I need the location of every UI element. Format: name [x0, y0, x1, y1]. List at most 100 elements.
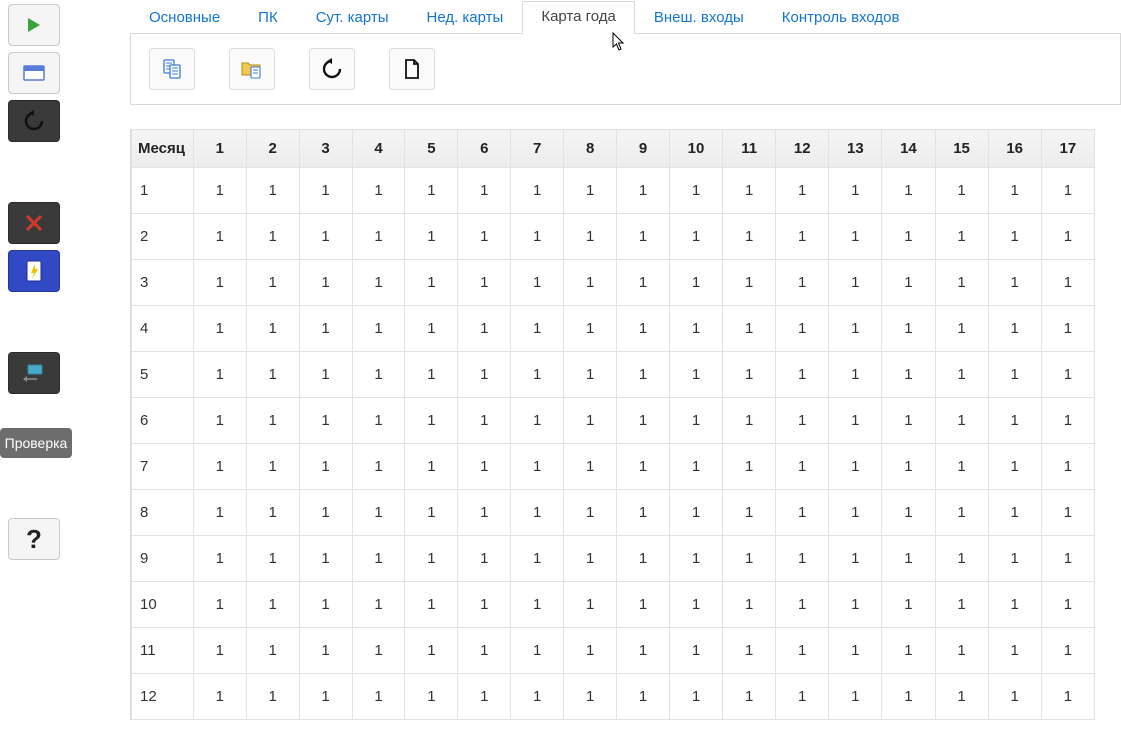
data-cell[interactable]: 1: [246, 352, 299, 398]
data-cell[interactable]: 1: [246, 582, 299, 628]
table-row[interactable]: 1011111111111111111: [132, 582, 1095, 628]
table-row[interactable]: 111111111111111111: [132, 168, 1095, 214]
data-cell[interactable]: 1: [511, 306, 564, 352]
data-cell[interactable]: 1: [617, 490, 670, 536]
data-cell[interactable]: 1: [1041, 260, 1094, 306]
data-cell[interactable]: 1: [1041, 352, 1094, 398]
data-cell[interactable]: 1: [988, 444, 1041, 490]
data-cell[interactable]: 1: [405, 628, 458, 674]
data-cell[interactable]: 1: [299, 490, 352, 536]
data-cell[interactable]: 1: [193, 398, 246, 444]
data-cell[interactable]: 1: [617, 582, 670, 628]
copy-doc-button[interactable]: [149, 48, 195, 90]
data-cell[interactable]: 1: [723, 168, 776, 214]
data-cell[interactable]: 1: [405, 490, 458, 536]
data-cell[interactable]: 1: [829, 398, 882, 444]
data-cell[interactable]: 1: [1041, 168, 1094, 214]
check-button[interactable]: Проверка: [0, 428, 72, 458]
data-cell[interactable]: 1: [617, 536, 670, 582]
data-cell[interactable]: 1: [935, 444, 988, 490]
data-cell[interactable]: 1: [776, 444, 829, 490]
data-cell[interactable]: 1: [882, 398, 935, 444]
data-cell[interactable]: 1: [935, 214, 988, 260]
data-cell[interactable]: 1: [193, 444, 246, 490]
table-row[interactable]: 1211111111111111111: [132, 674, 1095, 720]
data-cell[interactable]: 1: [723, 490, 776, 536]
data-cell[interactable]: 1: [352, 168, 405, 214]
data-cell[interactable]: 1: [246, 628, 299, 674]
data-cell[interactable]: 1: [246, 306, 299, 352]
data-cell[interactable]: 1: [511, 490, 564, 536]
data-cell[interactable]: 1: [246, 536, 299, 582]
data-cell[interactable]: 1: [193, 352, 246, 398]
data-cell[interactable]: 1: [352, 352, 405, 398]
data-cell[interactable]: 1: [246, 398, 299, 444]
data-cell[interactable]: 1: [1041, 536, 1094, 582]
data-cell[interactable]: 1: [723, 398, 776, 444]
refresh-button[interactable]: [309, 48, 355, 90]
data-cell[interactable]: 1: [193, 306, 246, 352]
data-cell[interactable]: 1: [723, 582, 776, 628]
data-cell[interactable]: 1: [935, 582, 988, 628]
data-cell[interactable]: 1: [669, 674, 722, 720]
data-cell[interactable]: 1: [405, 352, 458, 398]
data-cell[interactable]: 1: [405, 674, 458, 720]
table-row[interactable]: 1111111111111111111: [132, 628, 1095, 674]
data-cell[interactable]: 1: [193, 260, 246, 306]
data-cell[interactable]: 1: [776, 306, 829, 352]
data-cell[interactable]: 1: [1041, 398, 1094, 444]
data-cell[interactable]: 1: [458, 214, 511, 260]
data-cell[interactable]: 1: [352, 536, 405, 582]
data-cell[interactable]: 1: [511, 536, 564, 582]
data-cell[interactable]: 1: [193, 536, 246, 582]
data-cell[interactable]: 1: [935, 490, 988, 536]
data-cell[interactable]: 1: [617, 398, 670, 444]
data-cell[interactable]: 1: [829, 536, 882, 582]
data-cell[interactable]: 1: [669, 490, 722, 536]
data-cell[interactable]: 1: [299, 444, 352, 490]
data-cell[interactable]: 1: [458, 306, 511, 352]
data-cell[interactable]: 1: [935, 628, 988, 674]
data-cell[interactable]: 1: [564, 536, 617, 582]
data-cell[interactable]: 1: [458, 674, 511, 720]
data-cell[interactable]: 1: [988, 582, 1041, 628]
data-cell[interactable]: 1: [564, 582, 617, 628]
table-row[interactable]: 311111111111111111: [132, 260, 1095, 306]
data-cell[interactable]: 1: [829, 490, 882, 536]
data-cell[interactable]: 1: [988, 168, 1041, 214]
data-cell[interactable]: 1: [299, 306, 352, 352]
data-cell[interactable]: 1: [1041, 582, 1094, 628]
tab-6[interactable]: Контроль входов: [763, 2, 919, 34]
data-cell[interactable]: 1: [988, 260, 1041, 306]
data-cell[interactable]: 1: [882, 674, 935, 720]
data-cell[interactable]: 1: [299, 260, 352, 306]
data-cell[interactable]: 1: [669, 352, 722, 398]
table-row[interactable]: 211111111111111111: [132, 214, 1095, 260]
data-cell[interactable]: 1: [511, 352, 564, 398]
data-cell[interactable]: 1: [193, 214, 246, 260]
data-cell[interactable]: 1: [723, 536, 776, 582]
data-cell[interactable]: 1: [299, 168, 352, 214]
data-cell[interactable]: 1: [564, 628, 617, 674]
data-cell[interactable]: 1: [511, 582, 564, 628]
tab-5[interactable]: Внеш. входы: [635, 2, 763, 34]
data-cell[interactable]: 1: [458, 490, 511, 536]
data-cell[interactable]: 1: [882, 582, 935, 628]
data-cell[interactable]: 1: [193, 490, 246, 536]
data-cell[interactable]: 1: [882, 536, 935, 582]
data-cell[interactable]: 1: [352, 674, 405, 720]
data-cell[interactable]: 1: [776, 582, 829, 628]
tab-2[interactable]: Сут. карты: [297, 2, 408, 34]
data-cell[interactable]: 1: [882, 260, 935, 306]
data-cell[interactable]: 1: [935, 352, 988, 398]
data-cell[interactable]: 1: [669, 214, 722, 260]
data-cell[interactable]: 1: [723, 674, 776, 720]
data-cell[interactable]: 1: [669, 628, 722, 674]
data-cell[interactable]: 1: [564, 214, 617, 260]
new-doc-button[interactable]: [389, 48, 435, 90]
data-cell[interactable]: 1: [988, 674, 1041, 720]
data-cell[interactable]: 1: [405, 168, 458, 214]
data-cell[interactable]: 1: [405, 444, 458, 490]
data-cell[interactable]: 1: [882, 168, 935, 214]
data-cell[interactable]: 1: [246, 260, 299, 306]
